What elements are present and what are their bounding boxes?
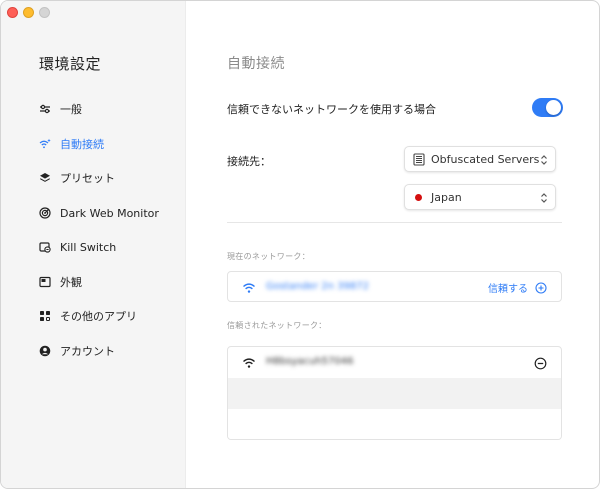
server-select-value: Obfuscated Servers bbox=[431, 152, 540, 166]
sidebar: 環境設定 一般 自動接続 プリセット Dark Web Monitor Kill… bbox=[1, 1, 186, 488]
sidebar-item-label: 一般 bbox=[60, 103, 82, 116]
sidebar-title: 環境設定 bbox=[39, 55, 102, 73]
current-network-row: Gostander 2n 39872 信頼する bbox=[228, 272, 561, 301]
sidebar-item-other-apps[interactable]: その他のアプリ bbox=[39, 306, 137, 326]
country-select-value: Japan bbox=[431, 190, 462, 204]
sidebar-item-label: プリセット bbox=[60, 172, 115, 185]
sidebar-item-label: アカウント bbox=[60, 345, 115, 358]
window-controls bbox=[7, 7, 50, 18]
appearance-icon bbox=[39, 276, 51, 288]
page-title: 自動接続 bbox=[227, 56, 285, 72]
kill-switch-icon bbox=[39, 241, 51, 253]
wifi-icon bbox=[242, 280, 256, 294]
server-type-select[interactable]: Obfuscated Servers bbox=[404, 146, 556, 172]
trusted-network-name: H8bsyacuh57046 bbox=[266, 356, 354, 367]
apps-grid-icon bbox=[39, 310, 51, 322]
sliders-icon bbox=[39, 103, 51, 115]
trust-network-button[interactable]: 信頼する bbox=[488, 280, 547, 295]
sidebar-item-auto-connect[interactable]: 自動接続 bbox=[39, 134, 104, 154]
server-icon bbox=[413, 152, 425, 166]
sidebar-item-label: 自動接続 bbox=[60, 138, 104, 151]
current-network-label: 現在のネットワーク： bbox=[227, 252, 310, 261]
list-empty-row bbox=[228, 378, 561, 409]
chevron-updown-icon bbox=[540, 192, 548, 204]
sidebar-item-label: Dark Web Monitor bbox=[60, 206, 159, 220]
trust-button-label: 信頼する bbox=[488, 284, 528, 295]
sidebar-item-label: Kill Switch bbox=[60, 240, 117, 254]
radar-icon bbox=[39, 207, 51, 219]
connect-to-label: 接続先： bbox=[227, 155, 271, 168]
wifi-sparkle-icon bbox=[39, 138, 51, 150]
maximize-window-button[interactable] bbox=[39, 7, 50, 18]
wifi-icon bbox=[242, 355, 256, 369]
current-network-box: Gostander 2n 39872 信頼する bbox=[227, 271, 562, 302]
sidebar-item-kill-switch[interactable]: Kill Switch bbox=[39, 237, 116, 257]
preferences-window: 環境設定 一般 自動接続 プリセット Dark Web Monitor Kill… bbox=[0, 0, 600, 489]
list-empty-row bbox=[228, 409, 561, 439]
remove-network-button[interactable] bbox=[534, 355, 547, 370]
minimize-window-button[interactable] bbox=[23, 7, 34, 18]
section-divider bbox=[227, 222, 562, 223]
sidebar-item-appearance[interactable]: 外観 bbox=[39, 272, 82, 292]
sidebar-item-dark-web-monitor[interactable]: Dark Web Monitor bbox=[39, 203, 159, 223]
sidebar-item-general[interactable]: 一般 bbox=[39, 99, 82, 119]
trusted-networks-label: 信頼されたネットワーク： bbox=[227, 321, 327, 330]
untrusted-network-toggle[interactable] bbox=[532, 98, 563, 117]
trusted-network-row: H8bsyacuh57046 bbox=[228, 347, 561, 377]
toggle-knob bbox=[546, 100, 561, 115]
untrusted-network-label: 信頼できないネットワークを使用する場合 bbox=[227, 103, 436, 116]
country-select[interactable]: Japan bbox=[404, 184, 556, 210]
chevron-updown-icon bbox=[540, 154, 548, 166]
close-window-button[interactable] bbox=[7, 7, 18, 18]
red-dot-icon bbox=[415, 193, 422, 201]
sidebar-item-label: 外観 bbox=[60, 276, 82, 289]
account-icon bbox=[39, 345, 51, 357]
sidebar-item-label: その他のアプリ bbox=[60, 310, 137, 323]
plus-circle-icon bbox=[535, 281, 547, 294]
trusted-networks-list: H8bsyacuh57046 bbox=[227, 346, 562, 440]
sidebar-item-presets[interactable]: プリセット bbox=[39, 168, 115, 188]
main-panel: 自動接続 信頼できないネットワークを使用する場合 接続先： Obfuscated… bbox=[187, 1, 599, 488]
sidebar-item-account[interactable]: アカウント bbox=[39, 341, 115, 361]
current-network-name: Gostander 2n 39872 bbox=[266, 281, 369, 292]
layers-icon bbox=[39, 172, 51, 184]
